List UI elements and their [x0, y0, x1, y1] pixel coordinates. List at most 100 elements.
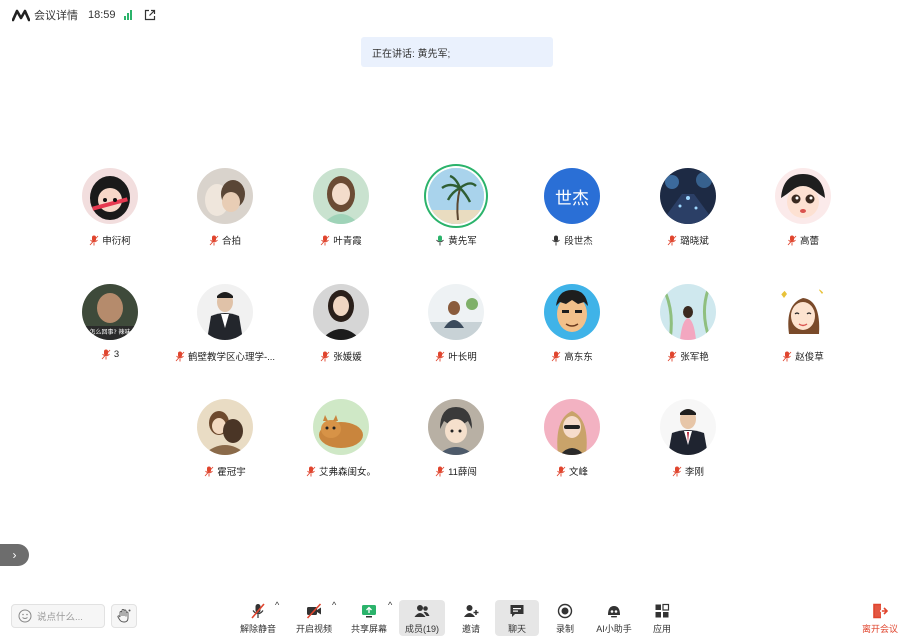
participant-name: 文峰	[517, 464, 627, 478]
participant-tile[interactable]: 11薛闯	[401, 399, 511, 489]
apps-button[interactable]: 应用	[645, 600, 679, 636]
raise-hand-button[interactable]	[111, 604, 137, 628]
participant-name: 李刚	[633, 464, 743, 478]
members-icon	[414, 605, 430, 617]
avatar	[775, 168, 831, 224]
leave-meeting-button[interactable]: 离开会议	[858, 600, 902, 636]
participant-name: 申衍柯	[55, 233, 165, 247]
avatar	[313, 399, 369, 455]
participant-name: 艾弗森闺女。	[286, 464, 396, 478]
mic-muted-icon	[672, 466, 682, 476]
unmute-button[interactable]: 解除静音	[236, 600, 280, 636]
invite-icon	[464, 605, 479, 617]
share-screen-icon	[362, 605, 376, 618]
avatar	[197, 284, 253, 340]
participant-tile[interactable]: 合拍	[170, 168, 280, 258]
video-options-chevron-icon[interactable]: ^	[332, 600, 336, 636]
record-icon	[557, 603, 573, 619]
participant-tile[interactable]: 赵俊草	[748, 284, 858, 374]
participant-tile[interactable]: 高东东	[517, 284, 627, 374]
participant-tile[interactable]: 世杰 段世杰	[517, 168, 627, 258]
mic-muted-icon	[787, 235, 797, 245]
participant-tile[interactable]: 璐晓斌	[633, 168, 743, 258]
participant-name: 鹤壁教学区心理学-...	[170, 349, 280, 363]
mic-muted-icon	[204, 466, 214, 476]
avatar	[660, 284, 716, 340]
participant-name: 11薛闯	[401, 464, 511, 478]
mic-muted-icon	[209, 235, 219, 245]
participant-name: 3	[55, 349, 165, 360]
mic-muted-icon	[320, 235, 330, 245]
participant-tile[interactable]: 霍冠宇	[170, 399, 280, 489]
participant-tile[interactable]: 申衍柯	[55, 168, 165, 258]
avatar	[660, 168, 716, 224]
participant-tile[interactable]: 张军艳	[633, 284, 743, 374]
exit-icon	[873, 603, 888, 619]
mic-muted-icon	[435, 351, 445, 361]
avatar: 世杰	[544, 168, 600, 224]
participant-name: 叶青霞	[286, 233, 396, 247]
participant-name: 璐晓斌	[633, 233, 743, 247]
avatar	[197, 168, 253, 224]
raise-hand-icon	[117, 609, 131, 623]
chevron-right-icon: ›	[12, 548, 17, 562]
mic-speaking-icon	[436, 235, 445, 245]
participant-tile[interactable]: 怎么回事? 辣味 3	[55, 284, 165, 374]
mic-icon	[552, 235, 561, 245]
participant-grid: 申衍柯 合拍 叶青霞 黄先军 世杰 段世杰 璐晓斌 高蕾 怎么回事? 辣味 3 …	[0, 0, 910, 560]
avatar	[313, 284, 369, 340]
participant-name: 霍冠宇	[170, 464, 280, 478]
mic-muted-icon	[101, 349, 111, 360]
chat-button[interactable]: 聊天	[495, 600, 539, 636]
svg-text:怎么回事? 辣味: 怎么回事? 辣味	[89, 328, 130, 336]
mic-muted-icon	[667, 351, 677, 361]
participant-name: 赵俊草	[748, 349, 858, 363]
participant-name: 张军艳	[633, 349, 743, 363]
chat-icon	[510, 605, 524, 617]
avatar	[544, 284, 600, 340]
participant-tile[interactable]: 叶青霞	[286, 168, 396, 258]
participant-name: 高蕾	[748, 233, 858, 247]
share-screen-button[interactable]: 共享屏幕	[349, 600, 389, 636]
bottom-toolbar: 说点什么... 解除静音 ^ 开启视频 ^ 共享屏幕 ^ 成员(19) 邀请 聊…	[0, 596, 910, 637]
mic-muted-icon	[435, 466, 445, 476]
avatar	[428, 284, 484, 340]
participant-tile[interactable]: 鹤壁教学区心理学-...	[170, 284, 280, 374]
chat-placeholder: 说点什么...	[37, 612, 83, 623]
avatar	[313, 168, 369, 224]
ai-assistant-button[interactable]: AI小助手	[592, 600, 636, 636]
expand-panel-button[interactable]: ›	[0, 544, 29, 566]
mic-muted-icon	[556, 466, 566, 476]
mic-muted-icon	[667, 235, 677, 245]
start-video-button[interactable]: 开启视频	[294, 600, 334, 636]
participant-tile[interactable]: 叶长明	[401, 284, 511, 374]
participant-name: 段世杰	[517, 233, 627, 247]
avatar: 怎么回事? 辣味	[82, 284, 138, 340]
participant-name: 张媛媛	[286, 349, 396, 363]
avatar	[82, 168, 138, 224]
participant-tile[interactable]: 文峰	[517, 399, 627, 489]
avatar-speaking	[428, 168, 484, 224]
avatar	[197, 399, 253, 455]
audio-options-chevron-icon[interactable]: ^	[275, 600, 279, 636]
emoji-icon[interactable]	[18, 609, 32, 623]
mic-muted-icon	[251, 603, 265, 619]
chat-input[interactable]: 说点什么...	[11, 604, 105, 628]
avatar	[660, 399, 716, 455]
participant-tile[interactable]: 艾弗森闺女。	[286, 399, 396, 489]
share-options-chevron-icon[interactable]: ^	[388, 600, 392, 636]
mic-muted-icon	[320, 351, 330, 361]
mic-muted-icon	[175, 351, 185, 361]
participant-name: 合拍	[170, 233, 280, 247]
avatar	[775, 284, 831, 340]
participant-tile[interactable]: 高蕾	[748, 168, 858, 258]
mic-muted-icon	[306, 466, 316, 476]
avatar	[428, 399, 484, 455]
record-button[interactable]: 录制	[548, 600, 582, 636]
invite-button[interactable]: 邀请	[454, 600, 488, 636]
participant-tile[interactable]: 张媛媛	[286, 284, 396, 374]
members-button[interactable]: 成员(19)	[399, 600, 445, 636]
ai-assistant-icon	[608, 606, 620, 618]
participant-tile[interactable]: 李刚	[633, 399, 743, 489]
participant-tile[interactable]: 黄先军	[401, 168, 511, 258]
